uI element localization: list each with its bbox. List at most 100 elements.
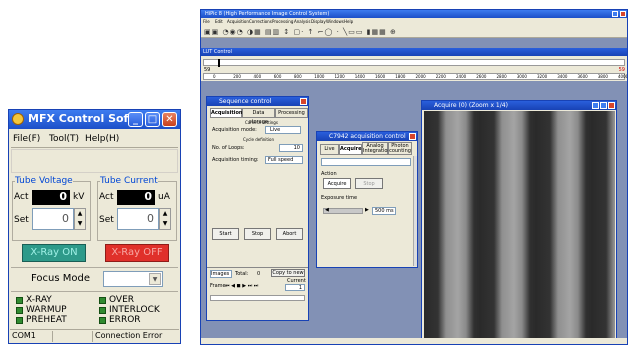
- lut-tick-label: 600: [273, 74, 282, 79]
- c7942-titlebar: C7942 acquisition control: [317, 132, 417, 141]
- minimize-button[interactable]: _: [128, 112, 143, 127]
- error-led: [99, 317, 106, 324]
- stop-button[interactable]: Stop: [244, 228, 271, 240]
- xray-image: [424, 111, 615, 340]
- hipic-toolbar: ▣▣ ◔◉◔ ◑▦ ▤▥ ↕ ▢· ↑ ⌐◯ · ╲▭▭ ▮▦▦ ⊕: [201, 26, 627, 38]
- lut-tick-label: 800: [294, 74, 302, 79]
- image-maximize-button[interactable]: [600, 102, 607, 109]
- loops-input[interactable]: 10: [279, 144, 303, 152]
- lut-tick-label: 400: [253, 74, 262, 79]
- exposure-slider[interactable]: ◀: [323, 207, 363, 214]
- xray-off-button[interactable]: X-Ray OFF: [105, 244, 169, 262]
- current-spinner[interactable]: ▲ ▼: [159, 208, 171, 230]
- voltage-set-value: 0: [62, 212, 69, 225]
- voltage-act-label: Act: [14, 192, 29, 202]
- total-label: Total:: [235, 271, 249, 277]
- voltage-spinner[interactable]: ▲ ▼: [74, 208, 86, 230]
- hipic-close-button[interactable]: [620, 11, 626, 17]
- status-port: COM1: [12, 331, 36, 340]
- focus-divider: [11, 267, 178, 268]
- voltage-set-input[interactable]: 0: [32, 208, 74, 230]
- sequence-close-button[interactable]: [300, 98, 307, 105]
- toolbar-icons[interactable]: ▣▣ ◔◉◔ ◑▦ ▤▥ ↕ ▢· ↑ ⌐◯ · ╲▭▭ ▮▦▦ ⊕: [204, 28, 397, 36]
- current-frame-value: 1: [298, 285, 302, 291]
- cycle-definition-label: Cycle definition: [243, 137, 275, 142]
- slider-right-arrow-icon[interactable]: ▶: [365, 207, 369, 213]
- start-button[interactable]: Start: [212, 228, 239, 240]
- current-frame-input[interactable]: 1: [285, 284, 305, 291]
- tab-analog-integration[interactable]: Analog Integration: [362, 142, 391, 155]
- lut-left-slider[interactable]: [203, 59, 625, 67]
- slider-left-arrow-icon: ◀: [325, 207, 329, 213]
- acq-mode-select[interactable]: Live: [265, 126, 301, 134]
- tab-live[interactable]: Live: [320, 144, 339, 155]
- hipic-menu-analysis[interactable]: Analysis: [294, 19, 310, 24]
- current-set-input[interactable]: 0: [117, 208, 159, 230]
- tab-acquisition[interactable]: Acquisition: [210, 108, 242, 118]
- current-act-label: Act: [99, 192, 114, 202]
- lut-ticks: 0 200 400 600 800 1000 1200 1400 1600 1800 2000 220…: [213, 74, 627, 80]
- images-select[interactable]: Images: [210, 270, 232, 278]
- hipic-titlebar: HiPic 8 (High Performance Image Control …: [201, 10, 627, 18]
- lut-tick-label: 1000: [314, 74, 325, 79]
- menu-file[interactable]: File(F): [13, 134, 40, 144]
- hipic-menu-help[interactable]: Help: [344, 19, 353, 24]
- frame-slider[interactable]: [210, 295, 305, 301]
- focus-mode-select[interactable]: ▼: [103, 271, 163, 287]
- hipic-minimize-button[interactable]: [612, 11, 618, 17]
- error-indicator: ERROR: [109, 315, 141, 325]
- exposure-input[interactable]: 500 ms: [372, 207, 396, 215]
- action-label: Action: [321, 171, 337, 177]
- over-led: [99, 297, 106, 304]
- c7942-close-button[interactable]: [409, 133, 416, 140]
- app-icon: [12, 113, 24, 125]
- warmup-led: [16, 307, 23, 314]
- c7942-stop-button[interactable]: Stop: [355, 178, 383, 189]
- lut-tick-label: 200: [233, 74, 241, 79]
- lut-tick-label: 1200: [334, 74, 345, 79]
- mfx-window: MFX Control Soft _ □ ✕ File(F) Tool(T) H…: [8, 109, 181, 344]
- tab-processing[interactable]: Processing: [275, 108, 308, 118]
- image-close-button[interactable]: [608, 102, 615, 109]
- status-sep: [52, 331, 53, 342]
- voltage-act-display: 0: [32, 190, 70, 205]
- image-minimize-button[interactable]: [592, 102, 599, 109]
- image-title: Acquire (0) (Zoom x 1/4): [434, 102, 508, 109]
- xray-on-button[interactable]: X-Ray ON: [22, 244, 86, 262]
- hipic-menu-edit[interactable]: Edit: [215, 19, 223, 24]
- voltage-set-label: Set: [14, 215, 29, 225]
- maximize-button[interactable]: □: [145, 112, 160, 127]
- menu-help[interactable]: Help(H): [85, 134, 119, 144]
- sequence-title: Sequence control: [219, 98, 272, 105]
- status-message: Connection Error: [95, 331, 163, 340]
- tab-photon-counting[interactable]: Photon counting: [388, 142, 412, 155]
- close-button[interactable]: ✕: [162, 112, 177, 127]
- c7942-scroll[interactable]: [413, 156, 417, 266]
- interlock-indicator: INTERLOCK: [109, 305, 160, 315]
- copy-to-new-button[interactable]: Copy to new: [271, 269, 305, 277]
- hipic-menu-display[interactable]: Display: [311, 19, 326, 24]
- exposure-label: Exposure time: [321, 195, 358, 201]
- abort-button[interactable]: Abort: [276, 228, 303, 240]
- tab-acquire[interactable]: Acquire: [339, 144, 362, 155]
- sequence-titlebar: Sequence control: [207, 97, 308, 106]
- xray-indicator: X-RAY: [26, 295, 52, 305]
- menu-tool[interactable]: Tool(T): [49, 134, 79, 144]
- xray-led: [16, 297, 23, 304]
- hipic-menu-corrections[interactable]: Corrections: [249, 19, 272, 24]
- c7942-title: C7942 acquisition control: [329, 133, 406, 140]
- hipic-menu-acquisition[interactable]: Acquisition: [227, 19, 249, 24]
- preheat-indicator: PREHEAT: [26, 315, 67, 325]
- tab-data-storage[interactable]: Data storage: [242, 108, 275, 125]
- hipic-menu-windows[interactable]: Windows: [326, 19, 344, 24]
- frame-nav-buttons[interactable]: ⏮ ◀ ◼ ▶ ⏭ ⏭: [225, 283, 258, 289]
- timing-select[interactable]: Full speed: [265, 156, 303, 164]
- chevron-down-icon: ▼: [149, 273, 161, 285]
- lut-tick-label: 3000: [516, 74, 527, 79]
- c7942-window: C7942 acquisition control Live Acquire A…: [316, 131, 418, 268]
- acquire-button[interactable]: Acquire: [323, 178, 351, 189]
- hipic-menu-file[interactable]: File: [203, 19, 210, 24]
- lut-tick-label: 1800: [395, 74, 406, 79]
- camera-settings-label: Camera settings: [245, 120, 278, 125]
- hipic-menu-processing[interactable]: Processing: [272, 19, 293, 24]
